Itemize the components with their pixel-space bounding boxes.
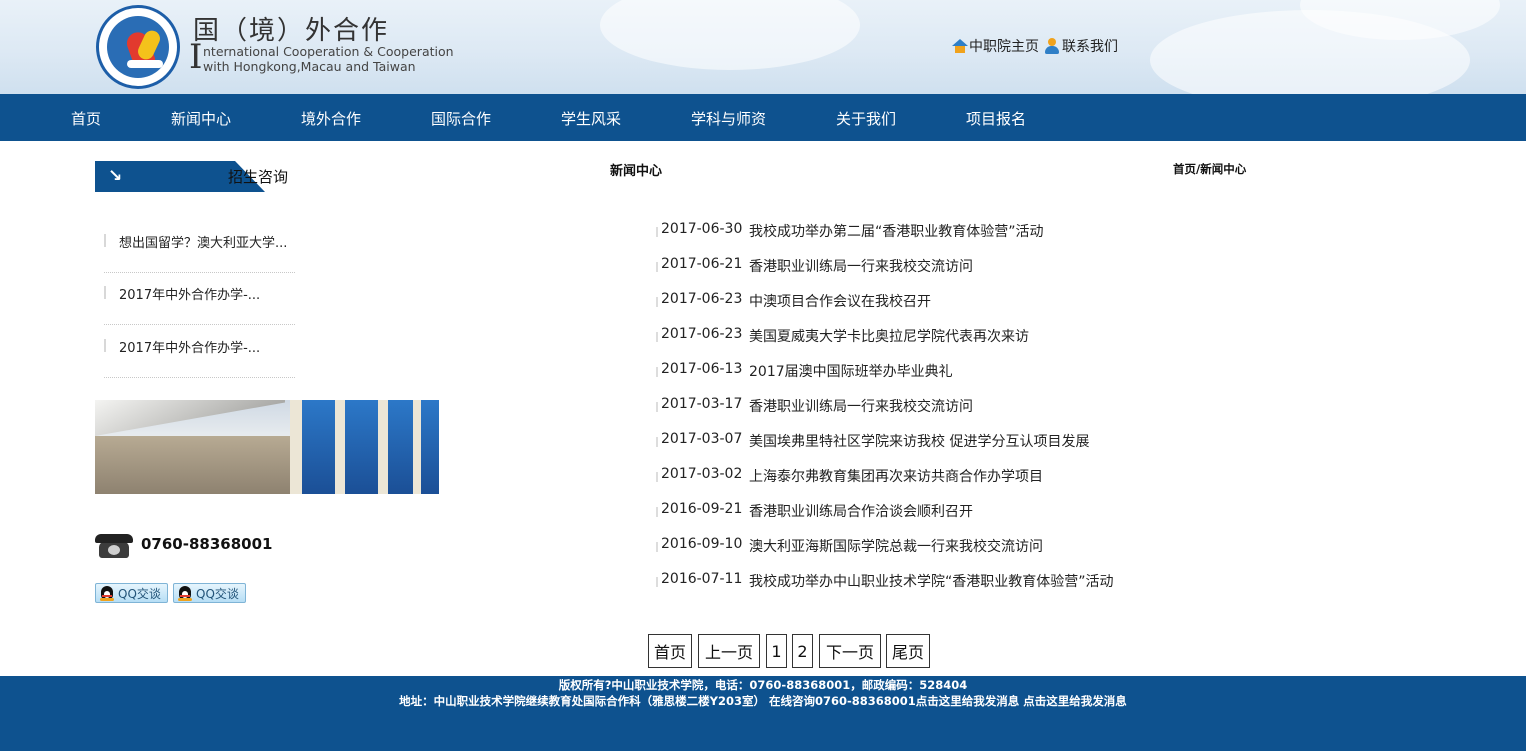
news-date[interactable]: 2017-03-02 (661, 466, 742, 482)
news-title-link[interactable]: 澳大利亚海斯国际学院总裁一行来我校交流访问 (749, 536, 1043, 556)
contact-link-label: 联系我们 (1062, 39, 1118, 55)
news-date[interactable]: 2017-06-21 (661, 256, 742, 272)
logo-emblem (107, 16, 169, 78)
nav-item-home[interactable]: 首页 (71, 94, 101, 141)
sidebar-list-item: 2017年中外合作办学-... (104, 273, 295, 325)
pagination-page[interactable]: 2 (792, 634, 813, 668)
news-title-link[interactable]: 上海泰尔弗教育集团再次来访共商合作办学项目 (749, 466, 1043, 486)
news-date[interactable]: 2016-09-10 (661, 536, 742, 552)
site-title-en-line2: with Hongkong,Macau and Taiwan (203, 59, 416, 74)
qq-chat-label: QQ交谈 (196, 586, 239, 601)
footer-copyright: 版权所有?中山职业技术学院，电话：0760-88368001，邮政编码：5284… (558, 678, 968, 692)
nav-item-students[interactable]: 学生风采 (561, 94, 621, 141)
sidebar-link[interactable]: 2017年中外合作办学-... (119, 284, 260, 303)
qq-chat-label: QQ交谈 (118, 586, 161, 601)
sidebar-list-item: 2017年中外合作办学-... (104, 326, 295, 378)
header-links: 中职院主页 联系我们 (952, 36, 1118, 56)
house-icon (952, 39, 968, 53)
site-title-en-line1: nternational Cooperation & Cooperation (203, 44, 454, 59)
home-link[interactable]: 中职院主页 (952, 36, 1039, 56)
contact-link[interactable]: 联系我们 (1039, 36, 1118, 56)
nav-item-international[interactable]: 国际合作 (431, 94, 491, 141)
nav-item-news[interactable]: 新闻中心 (171, 94, 231, 141)
sidebar-title: 招生咨询 (228, 168, 289, 186)
nav-item-faculty[interactable]: 学科与师资 (691, 94, 766, 141)
news-date[interactable]: 2017-06-23 (661, 291, 742, 307)
nav-item-about[interactable]: 关于我们 (836, 94, 896, 141)
footer: 版权所有?中山职业技术学院，电话：0760-88368001，邮政编码：5284… (0, 676, 1526, 751)
pagination-first[interactable]: 首页 (648, 634, 692, 668)
section-title: 新闻中心 (610, 164, 663, 179)
news-title-link[interactable]: 香港职业训练局一行来我校交流访问 (749, 396, 973, 416)
news-date[interactable]: 2017-06-13 (661, 361, 742, 377)
school-logo[interactable] (96, 5, 180, 89)
qq-penguin-icon (178, 585, 192, 601)
qq-chat-button[interactable]: QQ交谈 (95, 583, 168, 603)
nav-item-overseas[interactable]: 境外合作 (301, 94, 361, 141)
header-banner: 国（境）外合作 I nternational Cooperation & Coo… (0, 0, 1526, 94)
news-date[interactable]: 2016-09-21 (661, 501, 742, 517)
home-link-label: 中职院主页 (969, 39, 1039, 55)
news-title-link[interactable]: 中澳项目合作会议在我校召开 (749, 291, 931, 311)
news-date[interactable]: 2017-06-30 (661, 221, 742, 237)
news-title-link[interactable]: 美国埃弗里特社区学院来访我校 促进学分互认项目发展 (749, 431, 1089, 451)
site-title: 国（境）外合作 (193, 16, 390, 46)
news-title-link[interactable]: 香港职业训练局合作洽谈会顺利召开 (749, 501, 973, 521)
cloud-decoration (600, 0, 860, 70)
sidebar-list-item: 想出国留学？澳大利亚大学... (104, 221, 295, 273)
sidebar-link[interactable]: 想出国留学？澳大利亚大学... (119, 232, 287, 251)
pagination-page[interactable]: 1 (766, 634, 787, 668)
news-title-link[interactable]: 美国夏威夷大学卡比奥拉尼学院代表再次来访 (749, 326, 1029, 346)
qq-penguin-icon (100, 585, 114, 601)
campus-photo[interactable] (95, 400, 439, 494)
telephone-icon (95, 532, 133, 560)
news-title-link[interactable]: 香港职业训练局一行来我校交流访问 (749, 256, 973, 276)
news-date[interactable]: 2017-06-23 (661, 326, 742, 342)
qq-chat-button[interactable]: QQ交谈 (173, 583, 246, 603)
pagination-last[interactable]: 尾页 (886, 634, 930, 668)
phone-number: 0760-88368001 (141, 535, 273, 553)
news-date[interactable]: 2017-03-07 (661, 431, 742, 447)
footer-address[interactable]: 地址：中山职业技术学院继续教育处国际合作科（雅思楼二楼Y203室） 在线咨询07… (0, 693, 1526, 709)
news-date[interactable]: 2017-03-17 (661, 396, 742, 412)
site-title-en-initial: I (189, 37, 203, 77)
news-title-link[interactable]: 我校成功举办第二届“香港职业教育体验营”活动 (749, 221, 1044, 241)
sidebar-link[interactable]: 2017年中外合作办学-... (119, 337, 260, 356)
arrow-down-right-icon: ↘ (108, 166, 123, 186)
pagination-prev[interactable]: 上一页 (698, 634, 760, 668)
news-date[interactable]: 2016-07-11 (661, 571, 742, 587)
contact-icon (1044, 38, 1060, 54)
news-title-link[interactable]: 我校成功举办中山职业技术学院“香港职业教育体验营”活动 (749, 571, 1114, 591)
news-title-link[interactable]: 2017届澳中国际班举办毕业典礼 (749, 361, 953, 381)
nav-item-signup[interactable]: 项目报名 (966, 94, 1026, 141)
breadcrumb[interactable]: 首页/新闻中心 (1173, 161, 1246, 177)
main-nav: 首页 新闻中心 境外合作 国际合作 学生风采 学科与师资 关于我们 项目报名 (0, 94, 1526, 141)
pagination-next[interactable]: 下一页 (819, 634, 881, 668)
